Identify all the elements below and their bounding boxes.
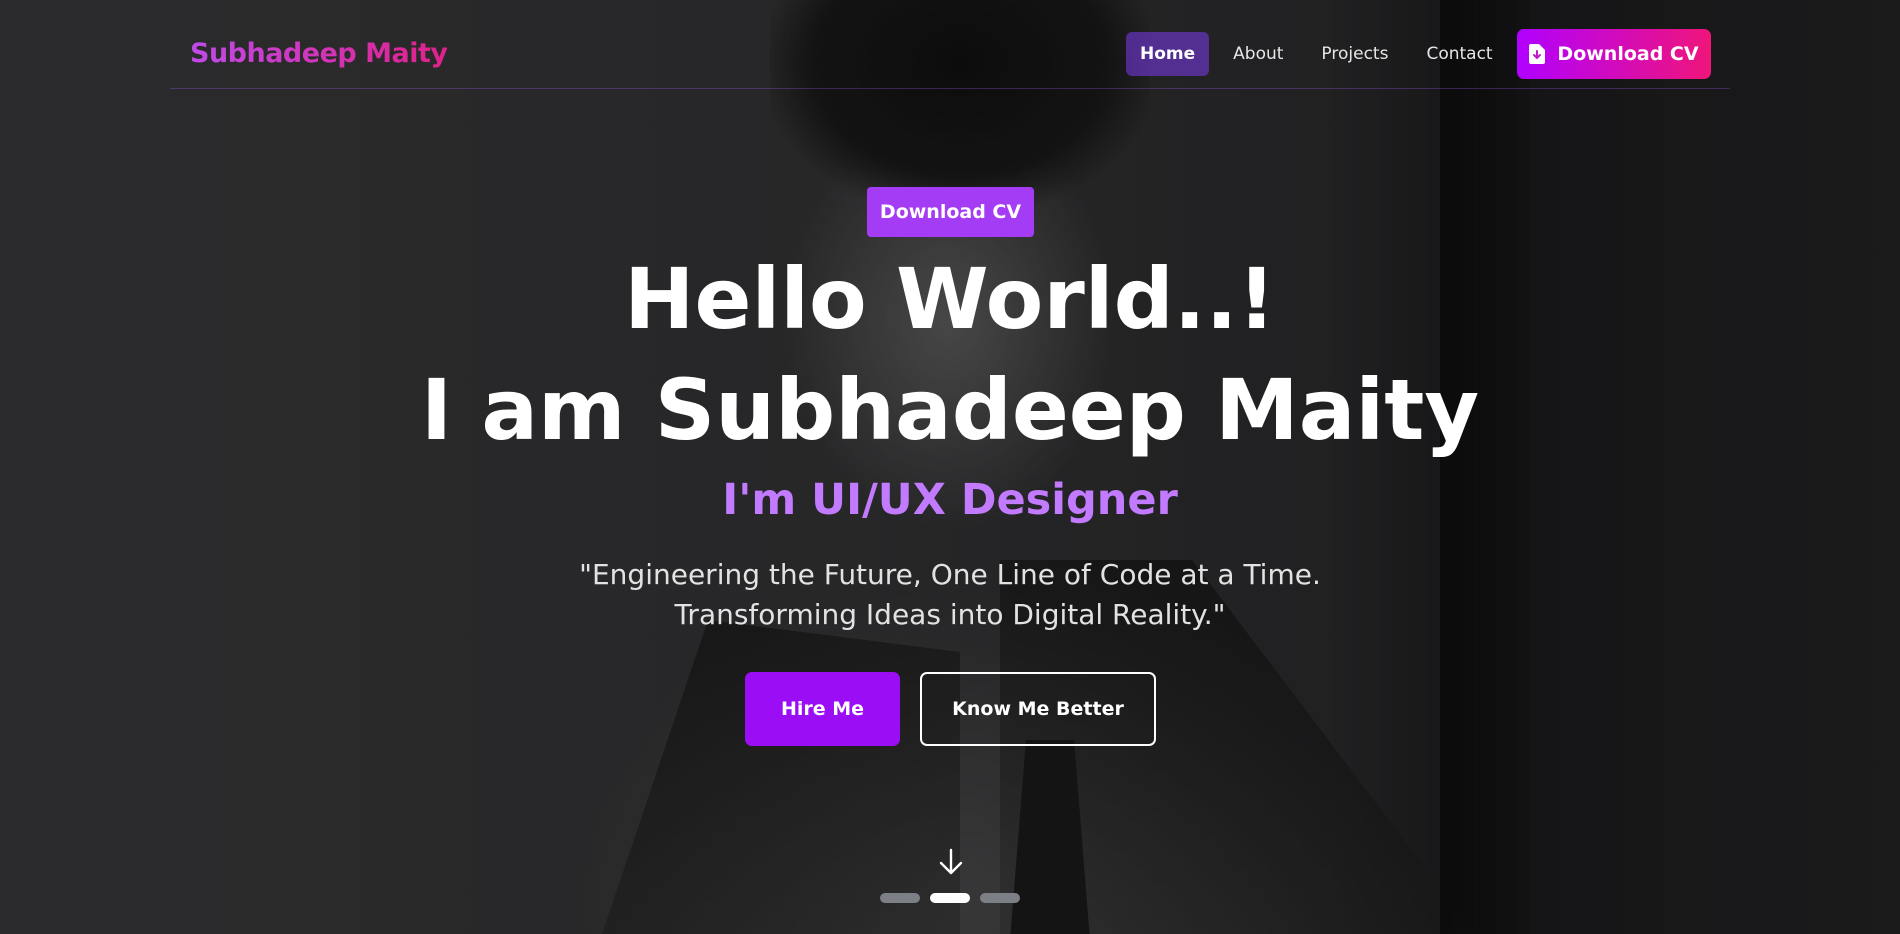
nav-projects[interactable]: Projects — [1307, 32, 1402, 76]
hero-tagline-line-1: "Engineering the Future, One Line of Cod… — [579, 558, 1321, 591]
arrow-down-icon[interactable] — [938, 848, 964, 876]
brand-logo[interactable]: Subhadeep Maity — [190, 38, 448, 69]
hero-tagline: "Engineering the Future, One Line of Cod… — [0, 555, 1900, 635]
slider-dot-2[interactable] — [930, 893, 970, 903]
nav-about[interactable]: About — [1219, 32, 1297, 76]
slider-dot-1[interactable] — [880, 893, 920, 903]
hero-headline-name: I am Subhadeep Maity — [420, 361, 1480, 459]
nav-links: Home About Projects Contact — [1126, 32, 1507, 76]
nav-home[interactable]: Home — [1126, 32, 1210, 76]
file-download-icon — [1529, 44, 1546, 64]
nav-contact[interactable]: Contact — [1412, 32, 1506, 76]
know-me-better-button[interactable]: Know Me Better — [920, 672, 1156, 746]
hero-tagline-line-2: Transforming Ideas into Digital Reality.… — [674, 598, 1226, 631]
navbar: Subhadeep Maity Home About Projects Cont… — [170, 0, 1730, 89]
hero-headline-greeting: Hello World..! — [624, 250, 1276, 348]
download-cv-nav-label: Download CV — [1557, 43, 1699, 65]
download-cv-badge-button[interactable]: Download CV — [867, 187, 1034, 237]
slider-dot-3[interactable] — [980, 893, 1020, 903]
download-cv-nav-button[interactable]: Download CV — [1517, 29, 1711, 79]
hire-me-button[interactable]: Hire Me — [745, 672, 900, 746]
slider-indicators — [880, 893, 1020, 903]
hero-overlay — [0, 0, 1900, 934]
hero-role: I'm UI/UX Designer — [722, 475, 1178, 525]
